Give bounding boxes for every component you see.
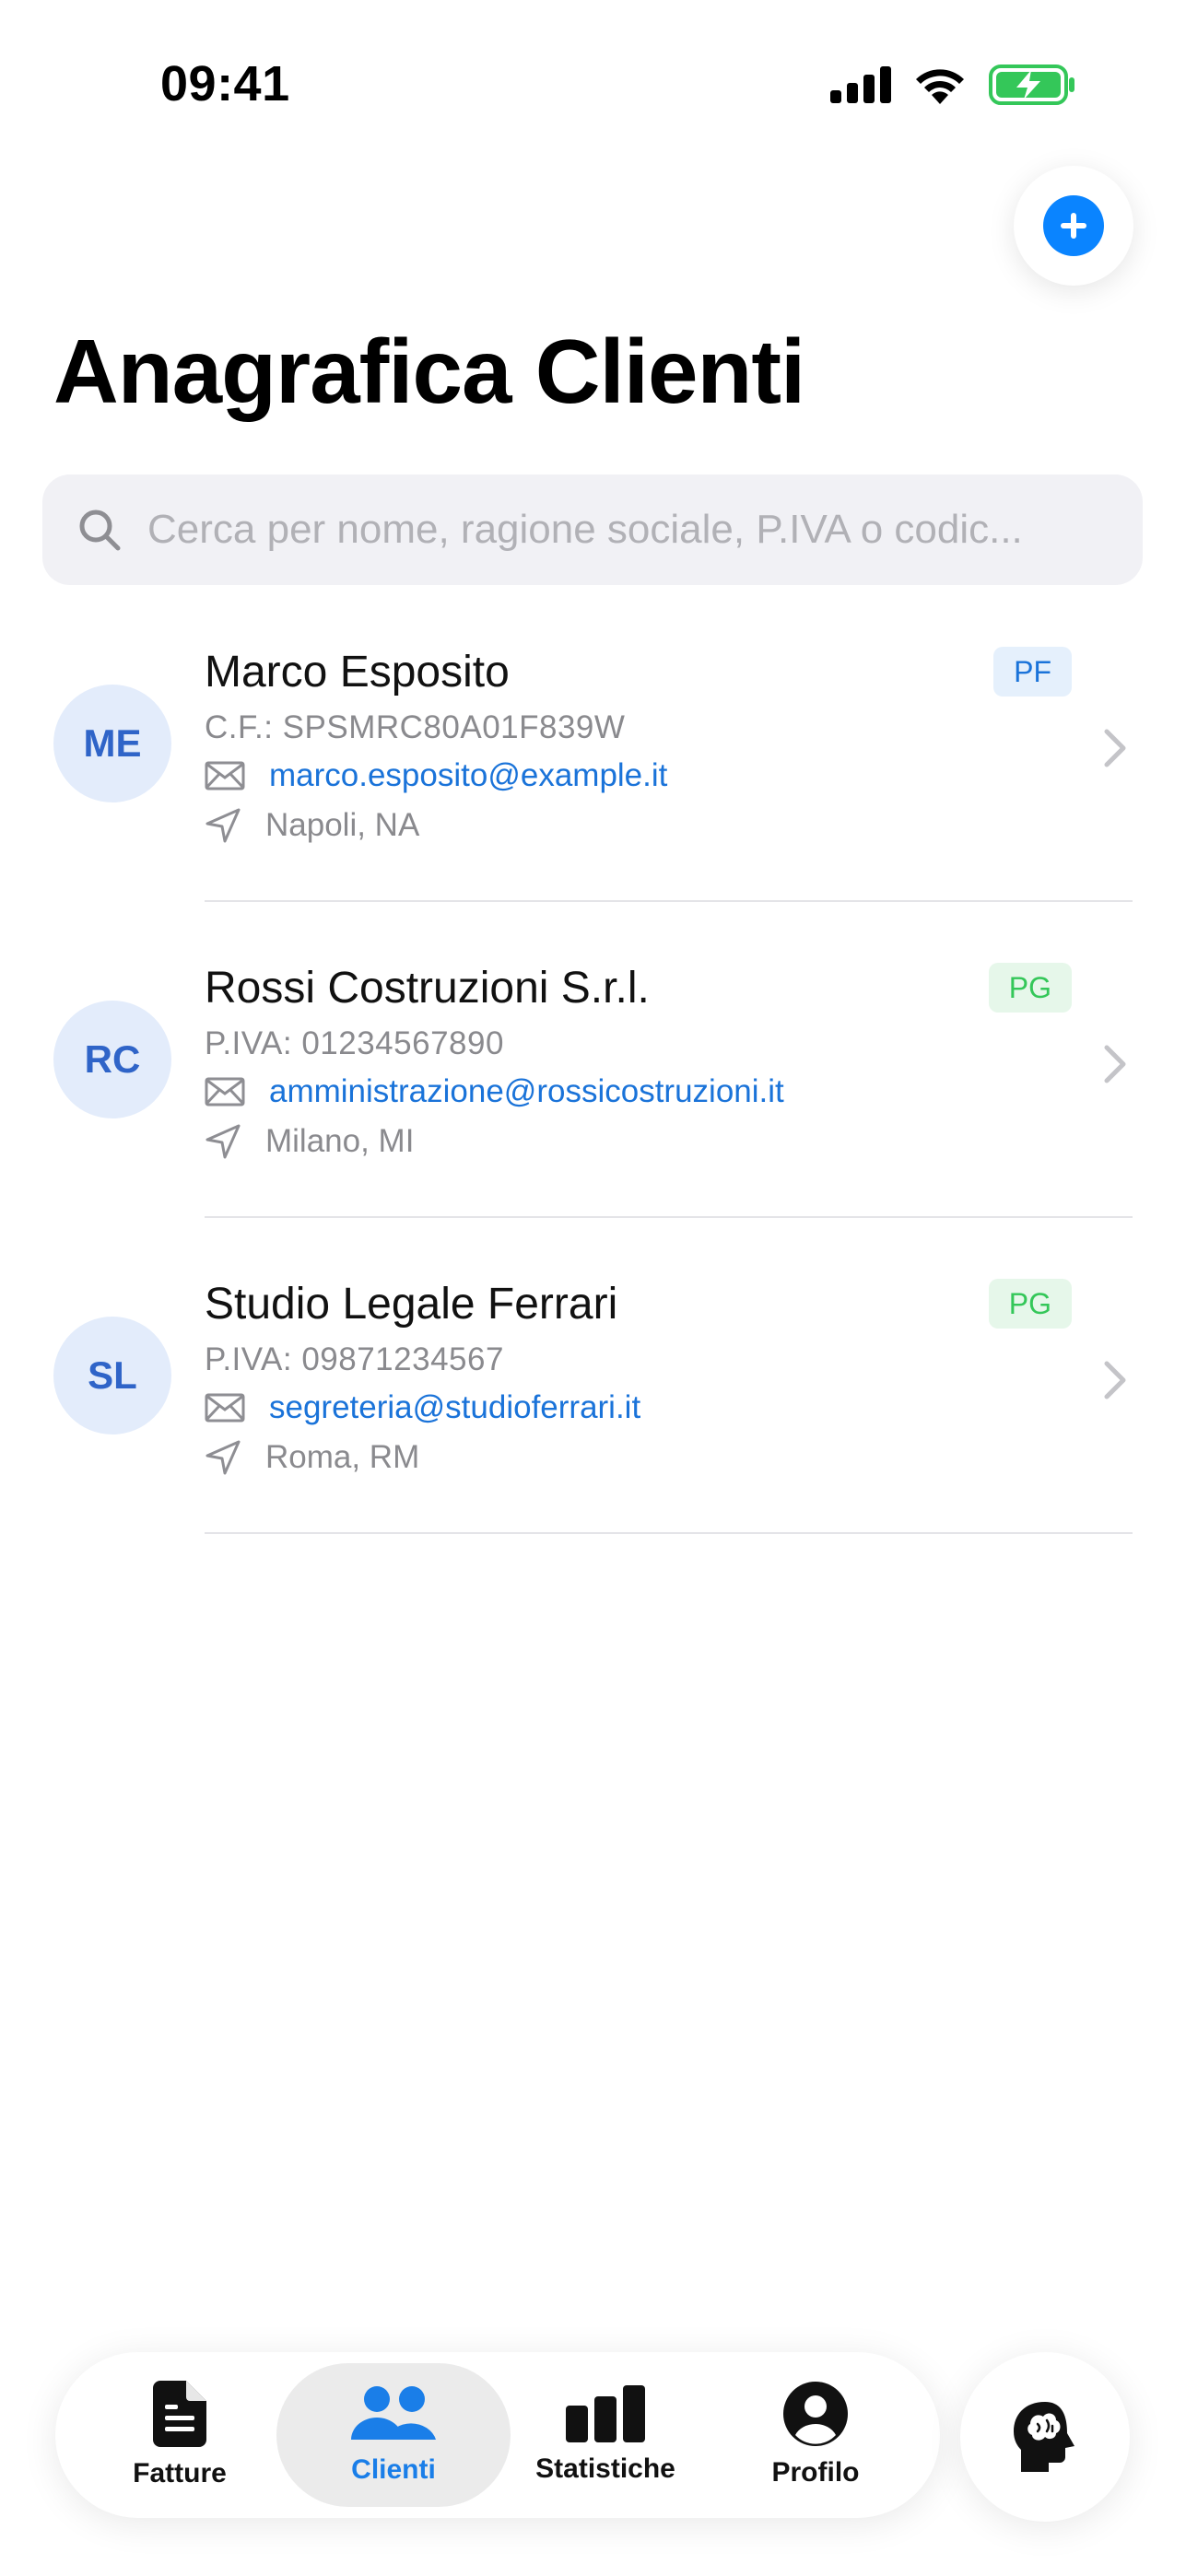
client-type-badge: PG (988, 963, 1072, 1013)
page-title: Anagrafica Clienti (53, 321, 805, 422)
client-name: Studio Legale Ferrari (205, 1280, 618, 1329)
avatar: SL (53, 1317, 171, 1434)
client-email-text[interactable]: segreteria@studioferrari.it (269, 1389, 640, 1426)
client-tax-id: P.IVA: 01234567890 (205, 1025, 504, 1061)
envelope-icon (205, 1077, 245, 1107)
tab-fatture[interactable]: Fatture (63, 2363, 297, 2507)
add-client-button[interactable] (1014, 166, 1133, 286)
client-type-badge: PG (988, 1279, 1072, 1329)
person-icon (783, 2382, 848, 2446)
assistant-button[interactable] (960, 2352, 1130, 2522)
tab-profilo[interactable]: Profilo (699, 2363, 933, 2507)
tab-clienti[interactable]: Clienti (276, 2363, 511, 2507)
status-bar: 09:41 (0, 0, 1186, 166)
chevron-right-icon (1104, 729, 1126, 767)
location-arrow-icon (205, 1440, 241, 1475)
client-name: Rossi Costruzioni S.r.l. (205, 964, 650, 1013)
client-city-text: Napoli, NA (265, 807, 420, 843)
client-email[interactable]: segreteria@studioferrari.it (205, 1389, 640, 1426)
status-time: 09:41 (160, 56, 290, 111)
client-tax-id: P.IVA: 09871234567 (205, 1341, 504, 1377)
avatar: ME (53, 685, 171, 802)
client-email-text[interactable]: marco.esposito@example.it (269, 757, 667, 794)
search-icon (77, 508, 122, 552)
location-arrow-icon (205, 1124, 241, 1159)
tab-bar: Fatture Clienti Statistiche Profilo (55, 2352, 940, 2518)
document-icon (153, 2381, 206, 2447)
location-arrow-icon (205, 808, 241, 843)
wifi-icon (916, 69, 964, 104)
chevron-right-icon (1104, 1361, 1126, 1399)
status-icons (830, 64, 1075, 105)
tab-label: Statistiche (535, 2453, 675, 2484)
envelope-icon (205, 761, 245, 790)
list-item[interactable]: RC Rossi Costruzioni S.r.l. PG P.IVA: 01… (0, 943, 1186, 1259)
brain-head-icon (1014, 2402, 1074, 2472)
list-item[interactable]: ME Marco Esposito PF C.F.: SPSMRC80A01F8… (0, 626, 1186, 943)
envelope-icon (205, 1393, 245, 1423)
client-email-text[interactable]: amministrazione@rossicostruzioni.it (269, 1073, 784, 1110)
client-location: Roma, RM (205, 1439, 419, 1476)
search-input[interactable] (146, 506, 1108, 554)
avatar: RC (53, 1001, 171, 1118)
list-item[interactable]: SL Studio Legale Ferrari PG P.IVA: 09871… (0, 1259, 1186, 1575)
divider (205, 1216, 1133, 1218)
divider (205, 1532, 1133, 1534)
tab-statistiche[interactable]: Statistiche (488, 2363, 722, 2507)
tab-label: Fatture (133, 2458, 227, 2488)
client-location: Napoli, NA (205, 807, 419, 844)
client-type-badge: PF (993, 647, 1072, 697)
client-location: Milano, MI (205, 1123, 414, 1160)
client-email[interactable]: amministrazione@rossicostruzioni.it (205, 1073, 784, 1110)
signal-icon (830, 66, 891, 103)
client-tax-id: C.F.: SPSMRC80A01F839W (205, 709, 626, 745)
tab-label: Clienti (351, 2454, 436, 2485)
plus-circle-icon (1043, 195, 1104, 256)
client-city-text: Milano, MI (265, 1123, 415, 1159)
battery-icon (989, 64, 1074, 105)
client-email[interactable]: marco.esposito@example.it (205, 757, 667, 794)
client-name: Marco Esposito (205, 648, 510, 697)
chevron-right-icon (1104, 1045, 1126, 1083)
client-city-text: Roma, RM (265, 1439, 420, 1475)
search-bar[interactable] (42, 474, 1143, 585)
tab-label: Profilo (771, 2457, 860, 2488)
divider (205, 900, 1133, 902)
people-icon (351, 2386, 436, 2440)
bar-chart-icon (566, 2385, 645, 2442)
